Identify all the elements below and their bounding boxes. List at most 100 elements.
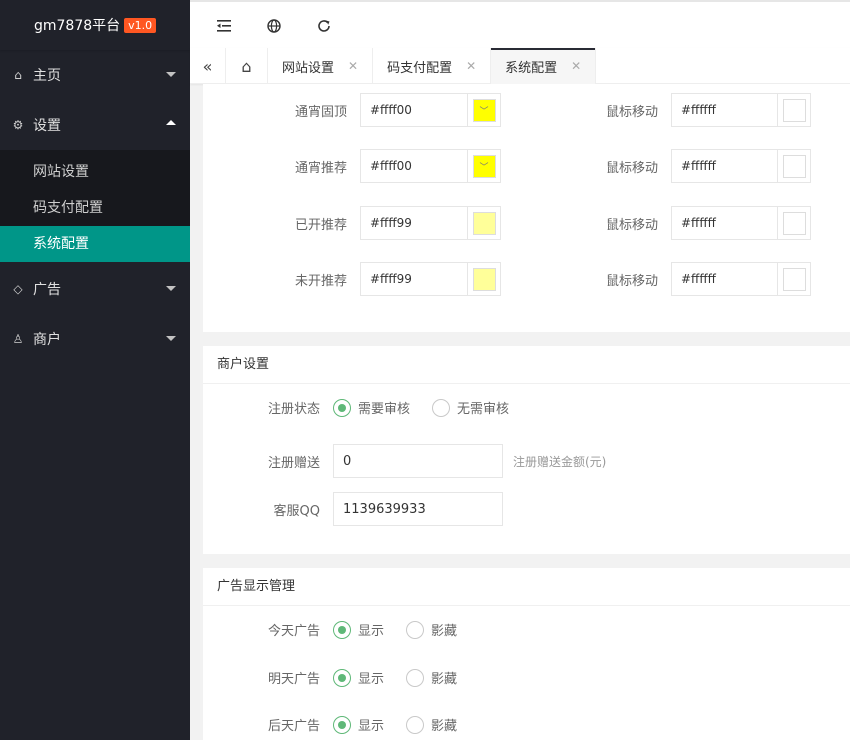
radio-circle (333, 398, 351, 417)
color-settings-card: 通宵固顶 #ffff00 ﹀ 鼠标移动 #ffffff 通宵推荐 #ffff00… (203, 84, 850, 332)
radio-circle (406, 715, 425, 734)
ad-display-card: 广告显示管理 今天广告 显示 影藏 明天广告 显示 影藏 后天广告 显示 影藏 (203, 568, 850, 740)
radio-label: 影藏 (431, 624, 458, 639)
radio-label: 显示 (358, 624, 385, 639)
hover-color-picker[interactable] (778, 149, 811, 183)
radio-circle (333, 668, 351, 687)
color-row: 未开推荐 #ffff99 鼠标移动 #ffffff (203, 262, 811, 296)
ad-row-label: 后天广告 (267, 719, 320, 734)
sidebar-item-label: 广告 (33, 282, 61, 298)
sidebar-item-merchant[interactable]: ♙ 商户 (0, 314, 190, 364)
hover-color-picker[interactable] (778, 262, 811, 296)
tab-bar: « ⌂ 网站设置 ✕ 码支付配置 ✕ 系统配置 ✕ (190, 48, 850, 84)
home-tab-icon[interactable]: ⌂ (226, 48, 268, 84)
color-value-input[interactable]: #ffff99 (360, 206, 468, 240)
chevron-down-icon (166, 336, 176, 341)
hover-label: 鼠标移动 (605, 217, 658, 233)
color-picker[interactable] (468, 262, 501, 296)
radio-show[interactable]: 显示 (333, 715, 384, 734)
radio-need-review[interactable]: 需要审核 (333, 398, 410, 417)
close-icon[interactable]: ✕ (466, 59, 476, 73)
radio-circle (406, 620, 425, 639)
gear-icon: ⚙ (12, 118, 24, 132)
reg-gift-input[interactable]: 0 (333, 444, 503, 478)
hover-label: 鼠标移动 (605, 273, 658, 289)
radio-no-review[interactable]: 无需审核 (432, 398, 509, 417)
reg-status-label: 注册状态 (267, 402, 320, 417)
qq-label: 客服QQ (273, 503, 320, 519)
color-swatch (472, 267, 496, 291)
radio-circle (333, 620, 351, 639)
color-picker[interactable]: ﹀ (468, 93, 501, 127)
radio-label: 影藏 (431, 672, 458, 687)
reg-gift-hint: 注册赠送金额(元) (513, 454, 607, 469)
double-chevron-left-icon[interactable]: « (190, 48, 226, 84)
color-value-input[interactable]: #ffff00 (360, 93, 468, 127)
settings-submenu: 网站设置 码支付配置 系统配置 (0, 150, 190, 262)
chevron-down-icon: ﹀ (472, 154, 496, 178)
logo: gm7878平台 v1.0 (0, 0, 190, 50)
radio-label: 显示 (358, 719, 385, 734)
menu-fold-icon[interactable] (212, 15, 236, 37)
color-label: 已开推荐 (294, 217, 347, 233)
hover-value-input[interactable]: #ffffff (671, 149, 778, 183)
sidebar-sub-item-codepay[interactable]: 码支付配置 (0, 190, 190, 226)
color-label: 通宵推荐 (294, 160, 347, 176)
radio-circle (432, 398, 451, 417)
radio-hide[interactable]: 影藏 (406, 668, 457, 687)
color-row: 通宵推荐 #ffff00 ﹀ 鼠标移动 #ffffff (203, 149, 811, 183)
reg-gift-row: 注册赠送 0 注册赠送金额(元) (203, 444, 606, 478)
tab-label: 码支付配置 (387, 60, 453, 76)
radio-hide[interactable]: 影藏 (406, 715, 457, 734)
tab-label: 系统配置 (505, 60, 558, 76)
color-label: 通宵固顶 (294, 104, 347, 120)
tab-codepay-config[interactable]: 码支付配置 ✕ (373, 48, 492, 84)
ad-row-tomorrow: 明天广告 显示 影藏 (203, 668, 479, 687)
card-title: 商户设置 (203, 346, 850, 384)
ad-row-today: 今天广告 显示 影藏 (203, 620, 479, 639)
chevron-down-icon: ﹀ (472, 98, 496, 122)
sidebar-item-ads[interactable]: ◇ 广告 (0, 264, 190, 314)
chevron-down-icon (166, 72, 176, 77)
color-value-input[interactable]: #ffff00 (360, 149, 468, 183)
hover-value-input[interactable]: #ffffff (671, 206, 778, 240)
main-content: 通宵固顶 #ffff00 ﹀ 鼠标移动 #ffffff 通宵推荐 #ffff00… (190, 84, 850, 740)
tab-system-config[interactable]: 系统配置 ✕ (491, 48, 597, 84)
sidebar-item-label: 主页 (33, 68, 61, 84)
sidebar-item-settings[interactable]: ⚙ 设置 (0, 100, 190, 150)
color-row: 通宵固顶 #ffff00 ﹀ 鼠标移动 #ffffff (203, 93, 811, 127)
diamond-icon: ◇ (13, 282, 23, 296)
color-label: 未开推荐 (294, 273, 347, 289)
reg-status-row: 注册状态 需要审核 无需审核 (203, 398, 531, 417)
close-icon[interactable]: ✕ (571, 59, 581, 73)
sidebar-item-label: 设置 (33, 118, 61, 134)
sidebar-sub-item-system[interactable]: 系统配置 (0, 226, 190, 262)
color-picker[interactable] (468, 206, 501, 240)
sidebar-sub-item-website[interactable]: 网站设置 (0, 154, 190, 190)
color-value-input[interactable]: #ffff99 (360, 262, 468, 296)
chevron-up-icon (166, 120, 176, 125)
color-picker[interactable]: ﹀ (468, 149, 501, 183)
radio-show[interactable]: 显示 (333, 620, 384, 639)
color-swatch (472, 211, 496, 235)
globe-icon[interactable] (262, 15, 286, 37)
hover-color-picker[interactable] (778, 93, 811, 127)
sidebar-item-home[interactable]: ⌂ 主页 (0, 50, 190, 100)
radio-show[interactable]: 显示 (333, 668, 384, 687)
tab-label: 网站设置 (282, 60, 335, 76)
radio-hide[interactable]: 影藏 (406, 620, 457, 639)
hover-label: 鼠标移动 (605, 160, 658, 176)
hover-value-input[interactable]: #ffffff (671, 262, 778, 296)
qq-input[interactable]: 1139639933 (333, 492, 503, 526)
merchant-settings-card: 商户设置 注册状态 需要审核 无需审核 注册赠送 0 注册赠送金额(元) 客服Q… (203, 346, 850, 554)
color-swatch (782, 211, 806, 235)
close-icon[interactable]: ✕ (348, 59, 358, 73)
hover-value-input[interactable]: #ffffff (671, 93, 778, 127)
ad-row-day-after: 后天广告 显示 影藏 (203, 715, 479, 734)
user-icon: ♙ (12, 332, 24, 346)
tab-website-settings[interactable]: 网站设置 ✕ (268, 48, 374, 84)
hover-color-picker[interactable] (778, 206, 811, 240)
color-row: 已开推荐 #ffff99 鼠标移动 #ffffff (203, 206, 811, 240)
radio-label: 影藏 (431, 719, 458, 734)
refresh-icon[interactable] (312, 15, 336, 37)
